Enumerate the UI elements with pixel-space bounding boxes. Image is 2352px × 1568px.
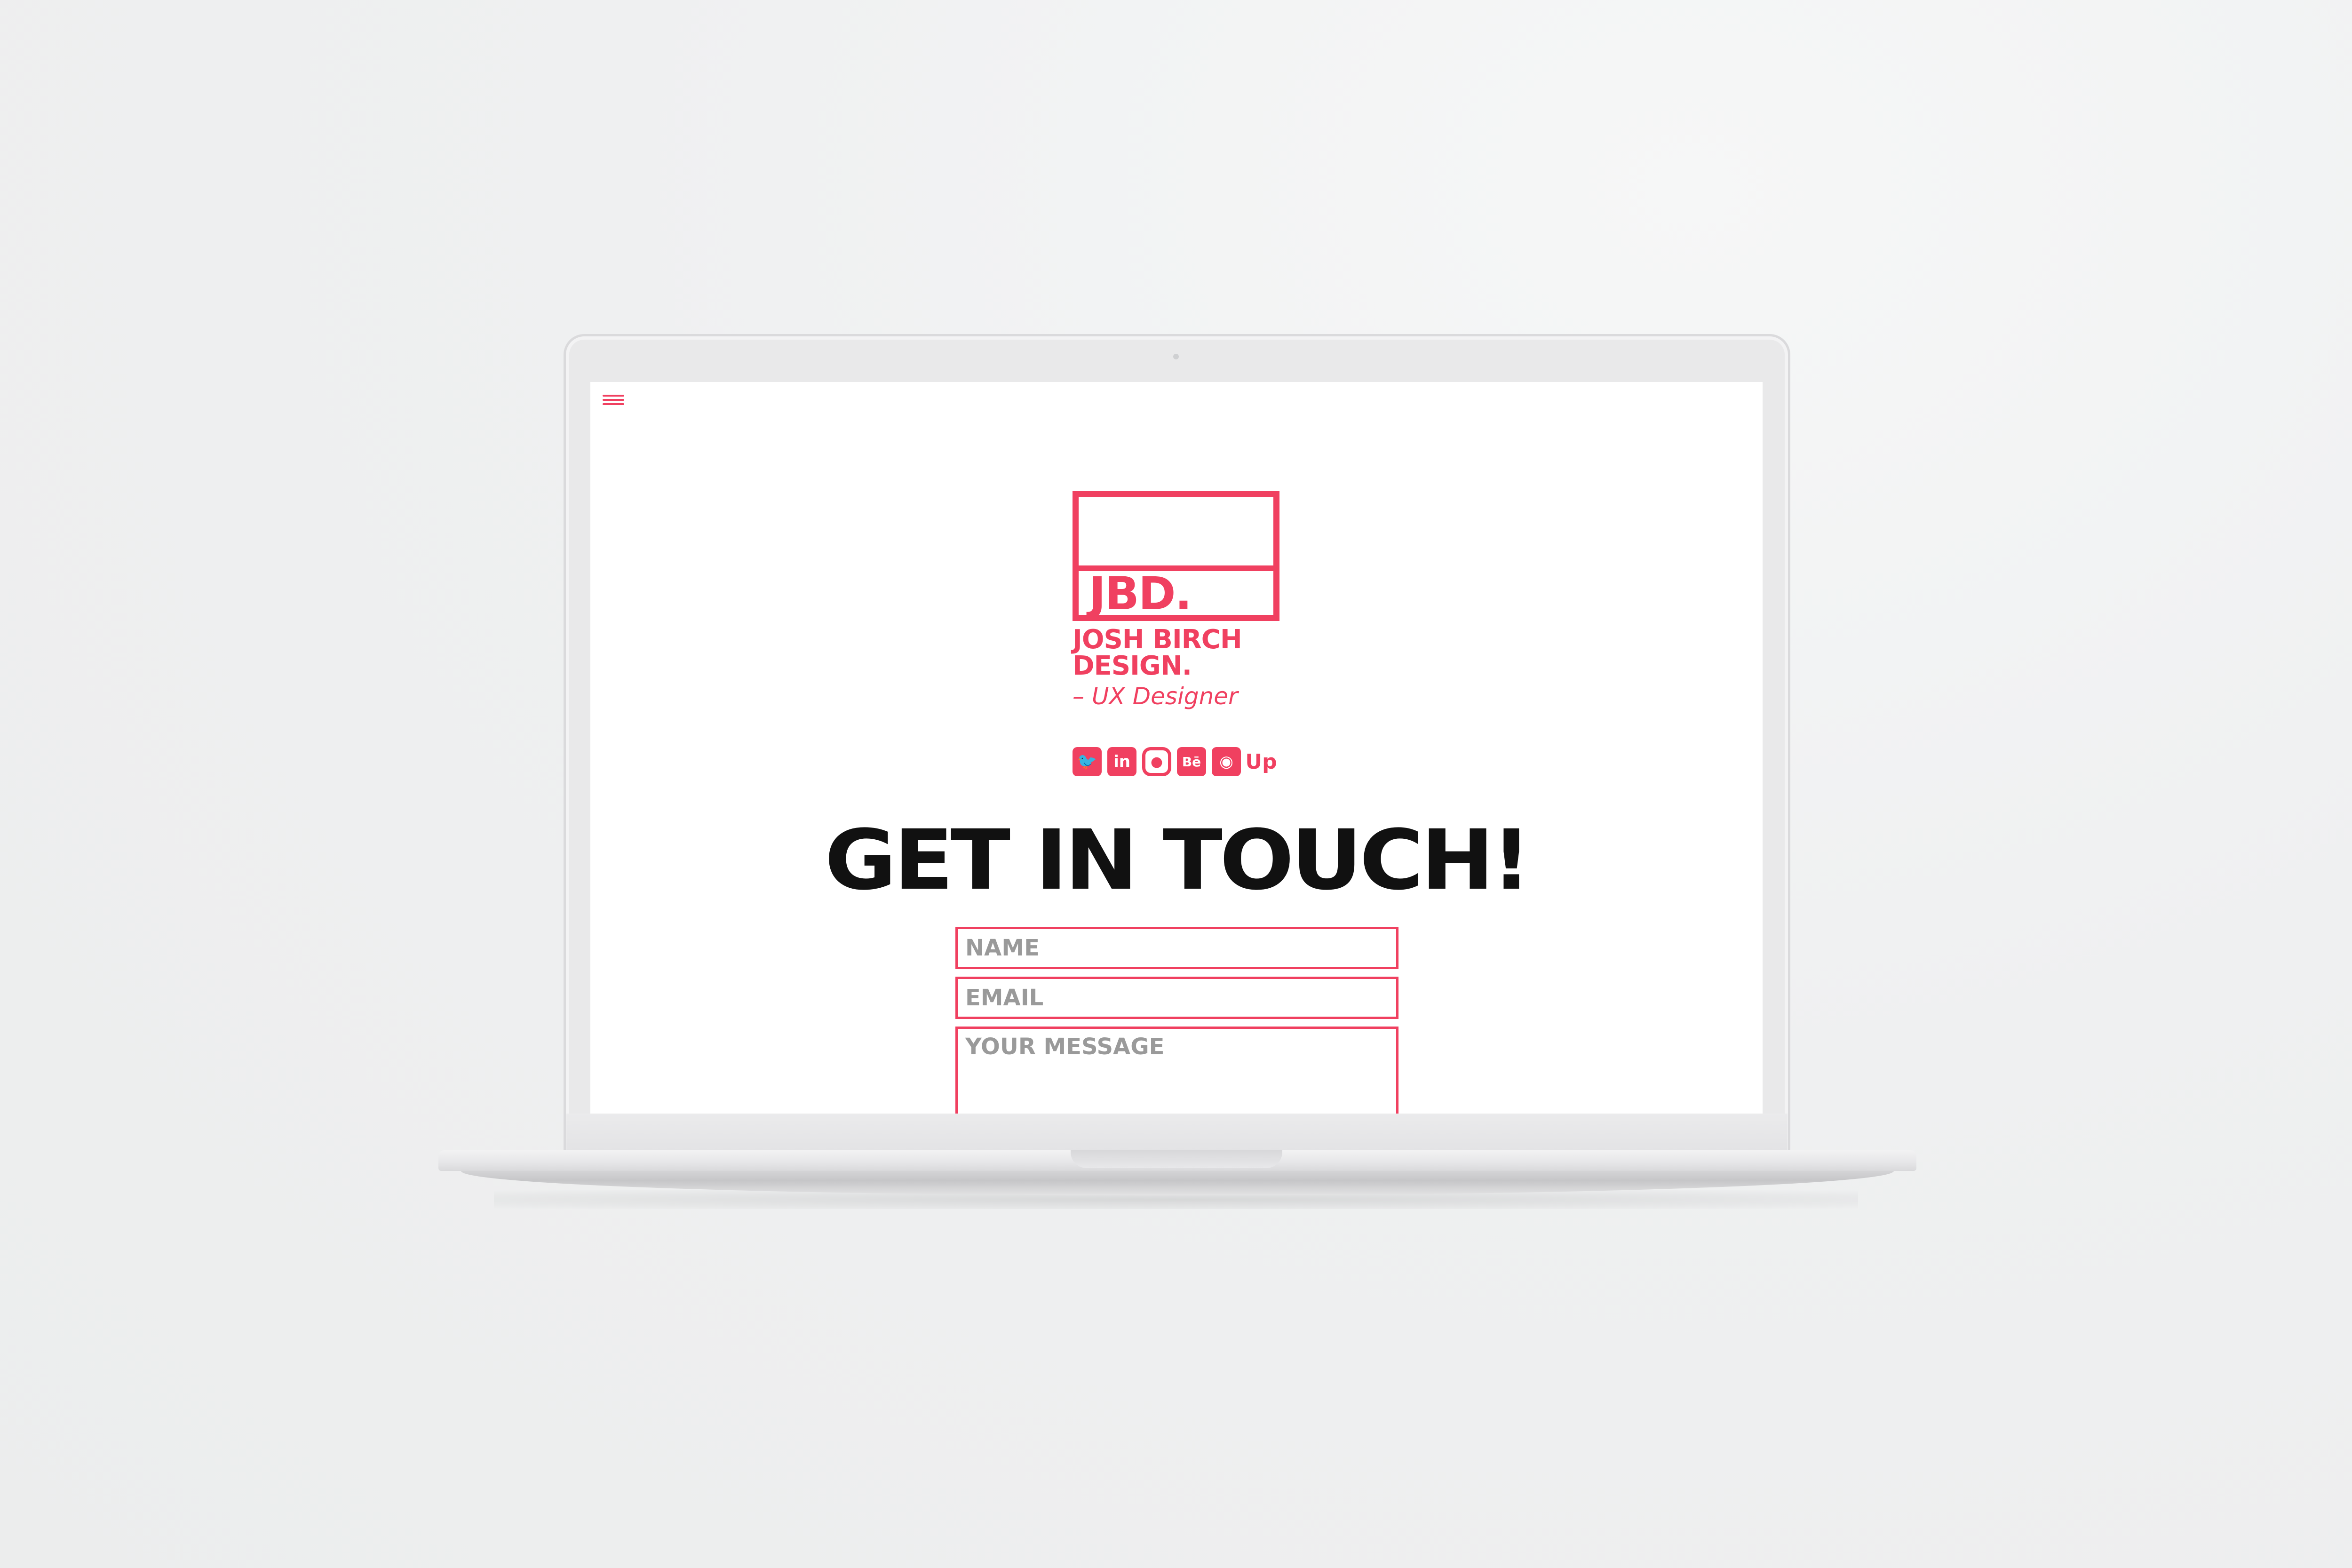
logo-frame: JBD.	[1073, 491, 1279, 621]
camera-dot	[1173, 354, 1179, 359]
linkedin-icon[interactable]: in	[1107, 747, 1136, 776]
laptop-notch	[1071, 1150, 1282, 1168]
message-field[interactable]	[955, 1027, 1398, 1114]
logo-tagline: – UX Designer	[1073, 683, 1238, 710]
behance-icon[interactable]: Bē	[1177, 747, 1206, 776]
social-links: 🐦 in ● Bē ◉ Up	[1073, 747, 1277, 777]
contact-form	[955, 927, 1398, 1114]
hamburger-menu-icon[interactable]	[603, 392, 624, 409]
page-title: GET IN TOUCH!	[824, 812, 1531, 908]
instagram-icon[interactable]: ●	[1142, 747, 1171, 776]
logo-mark: JBD.	[1089, 567, 1192, 620]
site-logo[interactable]: JBD. JOSH BIRCH DESIGN. – UX Designer	[1073, 491, 1279, 710]
twitter-icon[interactable]: 🐦	[1073, 747, 1102, 776]
logo-name-line1: JOSH BIRCH	[1073, 624, 1242, 655]
email-field[interactable]	[955, 977, 1398, 1019]
github-icon[interactable]: ◉	[1212, 747, 1241, 776]
laptop-screen: JBD. JOSH BIRCH DESIGN. – UX Designer 🐦 …	[590, 382, 1763, 1114]
upwork-icon[interactable]: Up	[1245, 747, 1277, 776]
laptop-mockup: JBD. JOSH BIRCH DESIGN. – UX Designer 🐦 …	[0, 0, 2352, 1568]
logo-name-line2: DESIGN.	[1073, 651, 1192, 681]
name-field[interactable]	[955, 927, 1398, 969]
laptop-chin	[566, 1114, 1788, 1150]
